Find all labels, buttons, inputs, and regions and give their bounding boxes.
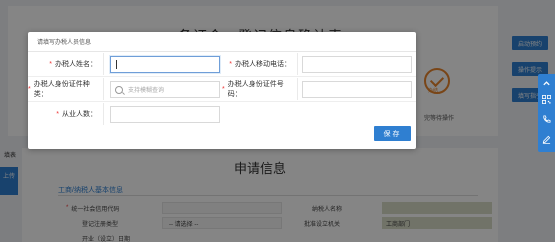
form-row: * 办税人姓名： * 办税人移动电话：: [28, 53, 416, 75]
floating-toolbar: [538, 74, 555, 152]
save-button[interactable]: 保存: [374, 126, 411, 141]
phone-icon[interactable]: [538, 109, 555, 129]
form-row: * 从业人数：: [28, 103, 416, 125]
name-input[interactable]: [110, 56, 220, 73]
phone-label: * 办税人移动电话：: [222, 53, 298, 75]
chevron-up-icon[interactable]: [538, 77, 555, 89]
qr-code-icon[interactable]: [538, 89, 555, 109]
employees-input[interactable]: [110, 106, 220, 123]
text-cursor: [116, 60, 117, 69]
row-divider: [28, 76, 416, 77]
name-label: * 办税人姓名：: [28, 53, 104, 75]
edit-icon[interactable]: [538, 129, 555, 149]
id-type-label: * 办税人身份证件种类：: [28, 78, 104, 100]
dialog-title: 请填写办税人员信息: [28, 32, 416, 52]
form-row: * 办税人身份证件种类： 支持模糊查询 * 办税人身份证件号码：: [28, 78, 416, 100]
employees-label: * 从业人数：: [28, 103, 104, 125]
row-divider: [28, 101, 416, 102]
id-number-input[interactable]: [302, 81, 412, 98]
taxpayer-info-dialog: 请填写办税人员信息 * 办税人姓名： * 办税人移动电话： * 办税人身份证件种类： …: [28, 32, 416, 149]
phone-input[interactable]: [302, 56, 412, 73]
search-icon: [115, 85, 123, 94]
id-type-search-input[interactable]: 支持模糊查询: [110, 81, 220, 98]
id-number-label: * 办税人身份证件号码：: [222, 78, 298, 100]
